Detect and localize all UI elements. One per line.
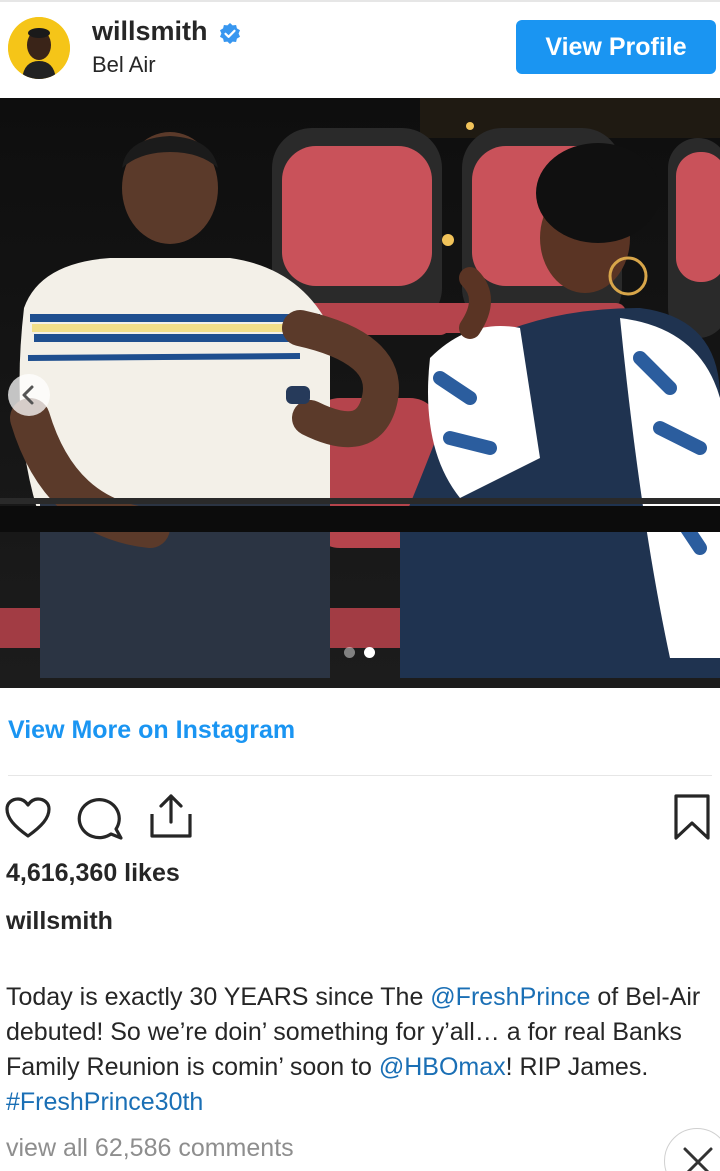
- caption-text: Today is exactly 30 YEARS since The @Fre…: [6, 980, 712, 1120]
- heart-icon[interactable]: [4, 796, 52, 845]
- close-button[interactable]: [664, 1128, 720, 1171]
- mention-link-freshprince[interactable]: @FreshPrince: [430, 983, 590, 1011]
- carousel-dot[interactable]: [344, 647, 355, 658]
- caption-username[interactable]: willsmith: [6, 907, 113, 936]
- divider: [8, 775, 712, 776]
- caption-segment: ! RIP James.: [505, 1053, 649, 1081]
- likes-count[interactable]: 4,616,360 likes: [6, 859, 180, 888]
- caption-segment: Today is exactly 30 YEARS since The: [6, 983, 431, 1011]
- verified-badge-icon: [218, 22, 242, 46]
- comment-icon[interactable]: [77, 795, 125, 846]
- post-photo[interactable]: [0, 98, 720, 688]
- view-profile-button[interactable]: View Profile: [516, 20, 716, 74]
- location-label[interactable]: Bel Air: [92, 52, 156, 78]
- close-icon: [683, 1147, 713, 1171]
- avatar[interactable]: [8, 17, 70, 79]
- bookmark-icon[interactable]: [672, 793, 712, 846]
- carousel-prev-button[interactable]: [8, 374, 50, 416]
- photo-illustration: [0, 98, 720, 688]
- share-icon[interactable]: [148, 792, 194, 845]
- carousel-dot-active[interactable]: [364, 647, 375, 658]
- view-all-comments-link[interactable]: view all 62,586 comments: [6, 1134, 294, 1163]
- chevron-left-icon: [22, 385, 34, 405]
- username[interactable]: willsmith: [92, 16, 208, 47]
- view-more-on-instagram-link[interactable]: View More on Instagram: [8, 716, 295, 745]
- mention-link-hbomax[interactable]: @HBOmax: [379, 1053, 506, 1081]
- post-header: willsmith Bel Air View Profile: [0, 0, 720, 98]
- hashtag-link[interactable]: #FreshPrince30th: [6, 1088, 203, 1116]
